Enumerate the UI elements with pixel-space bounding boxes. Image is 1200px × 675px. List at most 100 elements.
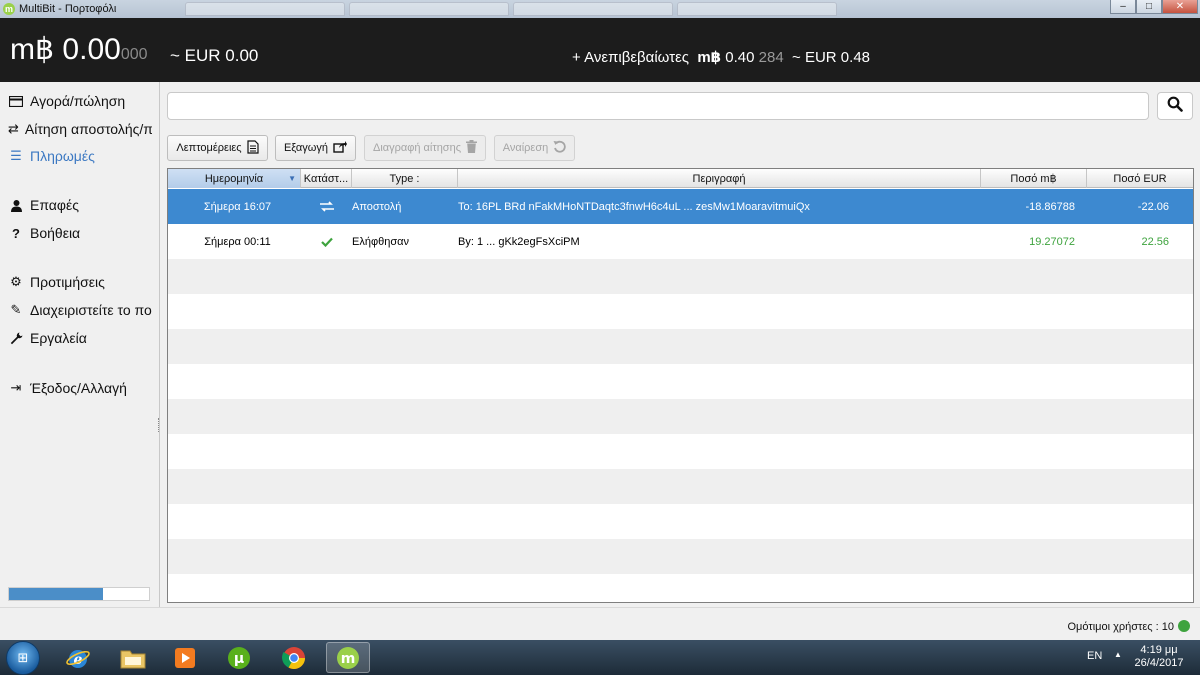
sidebar-item-request[interactable]: ⇄ Αίτηση αποστολής/π — [0, 118, 152, 140]
empty-row — [168, 434, 1193, 469]
media-player-icon[interactable] — [163, 642, 207, 673]
sort-descending-icon: ▼ — [288, 174, 296, 183]
column-header-amount-eur[interactable]: Ποσό EUR — [1087, 169, 1193, 188]
export-button-label: Εξαγωγή — [283, 142, 329, 154]
background-tab — [349, 2, 509, 16]
column-header-status[interactable]: Κατάστ... — [301, 169, 352, 188]
window-titlebar: m MultiBit - Πορτοφόλι — [0, 0, 1200, 18]
sidebar-item-label: Επαφές — [30, 197, 79, 213]
empty-row — [168, 294, 1193, 329]
balance-value-dim: 000 — [120, 46, 148, 63]
svg-text:µ: µ — [234, 651, 244, 667]
balance-amount: m฿ 0.00000 — [10, 32, 148, 67]
background-tab — [677, 2, 837, 16]
connection-status-icon — [1178, 620, 1190, 632]
multibit-taskbar-icon[interactable]: m — [326, 642, 370, 673]
sidebar-item-preferences[interactable]: ⚙ Προτιμήσεις — [0, 271, 152, 293]
sync-progress-fill — [9, 588, 103, 600]
clock-date: 26/4/2017 — [1134, 657, 1184, 669]
question-icon: ? — [12, 225, 20, 241]
balance-value: 0.00 — [62, 33, 121, 66]
svg-text:m: m — [341, 651, 356, 667]
utorrent-icon[interactable]: µ — [217, 642, 261, 673]
minimize-button[interactable]: – — [1110, 0, 1136, 14]
empty-row — [168, 469, 1193, 504]
undo-button[interactable]: Αναίρεση — [494, 135, 575, 161]
empty-row — [168, 574, 1193, 602]
column-header-date[interactable]: Ημερομηνία ▼ — [168, 169, 301, 188]
exchange-icon: ⇄ — [8, 121, 19, 136]
user-icon — [8, 199, 24, 212]
empty-row — [168, 539, 1193, 574]
sidebar: Αγορά/πώληση ⇄ Αίτηση αποστολής/π ☰ Πληρ… — [0, 82, 160, 607]
sidebar-item-manage-wallet[interactable]: ✎ Διαχειριστείτε το πο — [0, 299, 152, 321]
details-button[interactable]: Λεπτομέρειες — [167, 135, 268, 161]
column-header-type[interactable]: Type : — [352, 169, 458, 188]
table-row[interactable]: Σήμερα 16:07 Αποστολή To: 16PL BRd nFakM… — [168, 189, 1193, 224]
row-description: By: 1 ... gKk2egFsXciPM — [458, 235, 580, 248]
start-button[interactable]: ⊞ — [6, 641, 40, 675]
search-icon — [1167, 96, 1183, 117]
empty-row — [168, 364, 1193, 399]
delete-request-button[interactable]: Διαγραφή αίτησης — [364, 135, 486, 161]
column-header-description[interactable]: Περιγραφή — [458, 169, 981, 188]
row-date: Σήμερα 16:07 — [203, 200, 272, 213]
sidebar-item-label: Εργαλεία — [30, 330, 87, 346]
tray-expand-icon[interactable]: ▲ — [1114, 650, 1122, 659]
edit-icon: ✎ — [10, 302, 22, 317]
search-input[interactable] — [167, 92, 1149, 120]
sidebar-item-label: Πληρωμές — [30, 148, 95, 164]
unconfirmed-label: + Ανεπιβεβαίωτες — [572, 49, 689, 66]
table-header: Ημερομηνία ▼ Κατάστ... Type : Περιγραφή … — [168, 169, 1193, 188]
clock-time: 4:19 μμ — [1140, 644, 1178, 656]
empty-row — [168, 399, 1193, 434]
row-amount: -18.86788 — [1025, 200, 1075, 213]
sidebar-item-exit[interactable]: ⇥ Έξοδος/Αλλαγή — [0, 377, 152, 399]
close-button[interactable]: ✕ — [1162, 0, 1198, 14]
keyboard-language[interactable]: EN — [1087, 650, 1102, 662]
search-button[interactable] — [1157, 92, 1193, 120]
window-title: MultiBit - Πορτοφόλι — [19, 3, 117, 15]
column-header-amount[interactable]: Ποσό m฿ — [981, 169, 1087, 188]
row-type: Αποστολή — [352, 200, 402, 213]
sidebar-splitter-handle[interactable] — [158, 418, 159, 432]
unconfirmed-amount: 0.40 — [725, 49, 755, 66]
empty-row — [168, 259, 1193, 294]
undo-icon — [553, 140, 566, 156]
column-header-label: Ημερομηνία — [204, 172, 264, 185]
multibit-logo-icon: m — [3, 3, 15, 15]
sidebar-item-label: Διαχειριστείτε το πο — [30, 302, 152, 318]
background-tab — [513, 2, 673, 16]
row-type: Ελήφθησαν — [352, 235, 409, 248]
sidebar-item-payments[interactable]: ☰ Πληρωμές — [0, 145, 152, 167]
peers-count: Ομότιμοι χρήστες : 10 — [1067, 621, 1175, 633]
maximize-button[interactable]: □ — [1136, 0, 1162, 14]
clock[interactable]: 4:19 μμ 26/4/2017 — [1134, 644, 1184, 670]
export-button[interactable]: Εξαγωγή — [275, 135, 356, 161]
card-icon — [8, 95, 24, 107]
balance-header: m฿ 0.00000 ~ EUR 0.00 + Ανεπιβεβαίωτες m… — [0, 18, 1200, 82]
row-date: Σήμερα 00:11 — [204, 235, 271, 248]
table-row[interactable]: Σήμερα 00:11 Ελήφθησαν By: 1 ... gKk2egF… — [168, 224, 1193, 259]
unconfirmed-symbol: m฿ — [697, 49, 722, 66]
sidebar-item-help[interactable]: ? Βοήθεια — [0, 222, 152, 244]
file-explorer-icon[interactable] — [111, 642, 155, 673]
sign-out-icon: ⇥ — [10, 380, 22, 395]
exchange-icon — [301, 189, 352, 224]
sync-progress-bar — [8, 587, 150, 601]
details-button-label: Λεπτομέρειες — [176, 142, 242, 154]
chrome-icon[interactable] — [272, 642, 316, 673]
empty-row — [168, 504, 1193, 539]
sidebar-item-contacts[interactable]: Επαφές — [0, 194, 152, 216]
sidebar-item-label: Προτιμήσεις — [30, 274, 105, 290]
windows-logo-icon: ⊞ — [17, 650, 29, 665]
share-icon — [333, 140, 348, 156]
internet-explorer-icon[interactable]: e — [56, 642, 100, 673]
sidebar-item-tools[interactable]: Εργαλεία — [0, 327, 152, 349]
sidebar-item-label: Αίτηση αποστολής/π — [24, 121, 152, 137]
unconfirmed-amount-dim: 284 — [758, 49, 784, 66]
sidebar-item-buy-sell[interactable]: Αγορά/πώληση — [0, 90, 152, 112]
list-icon: ☰ — [10, 148, 22, 163]
background-tab — [185, 2, 345, 16]
unconfirmed-balance: + Ανεπιβεβαίωτες m฿ 0.40 284 ~ EUR 0.48 — [572, 48, 870, 66]
